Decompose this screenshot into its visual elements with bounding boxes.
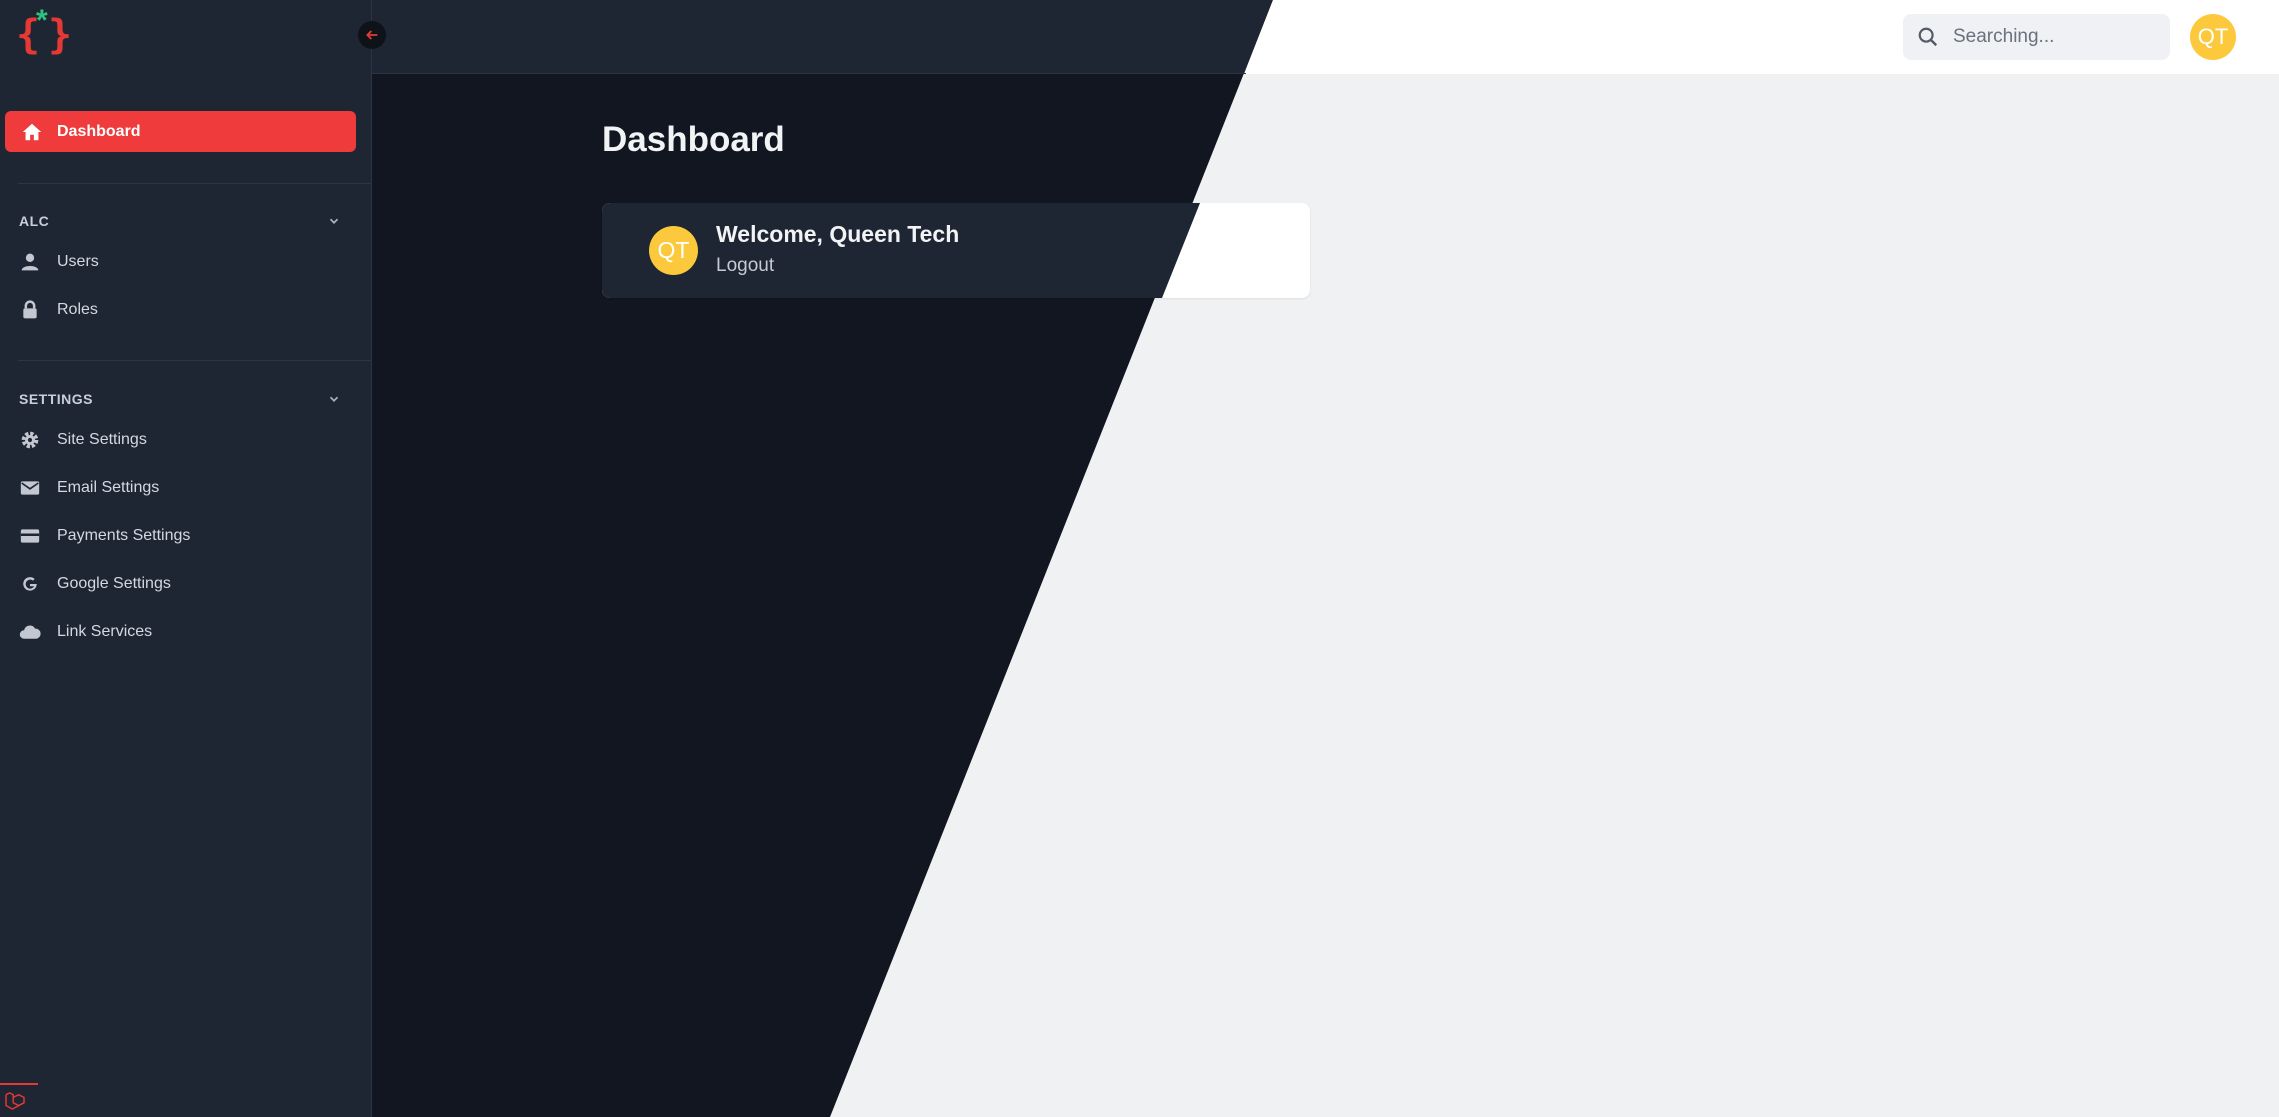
cloud-icon: [19, 624, 41, 640]
home-icon: [21, 121, 43, 143]
logo-right-brace: }: [48, 12, 73, 58]
sidebar-item-label: Site Settings: [57, 431, 147, 448]
welcome-card-dark-overlay: [602, 203, 1200, 298]
sidebar-item-site-settings[interactable]: Site Settings: [0, 422, 372, 458]
logout-link[interactable]: Logout: [716, 255, 774, 277]
welcome-card: QT Welcome, Queen Tech Logout: [602, 203, 1310, 298]
gear-icon: [19, 430, 41, 450]
page-title: Dashboard: [602, 120, 785, 159]
search-input[interactable]: [1951, 25, 2155, 49]
section-title-alc: ALC: [19, 213, 50, 229]
user-avatar[interactable]: QT: [2190, 14, 2236, 60]
welcome-avatar: QT: [649, 226, 698, 275]
search-box[interactable]: [1903, 14, 2170, 60]
google-icon: [19, 575, 41, 593]
welcome-greeting: Welcome, Queen Tech: [716, 221, 960, 247]
sidebar-item-google-settings[interactable]: Google Settings: [0, 566, 372, 602]
sidebar-item-label: Payments Settings: [57, 527, 191, 544]
chevron-down-icon[interactable]: [327, 214, 341, 233]
sidebar-item-dashboard[interactable]: Dashboard: [5, 111, 356, 152]
credit-card-icon: [19, 528, 41, 544]
sidebar-item-email-settings[interactable]: Email Settings: [0, 470, 372, 506]
collapse-sidebar-button[interactable]: [358, 21, 386, 49]
sidebar-item-label: Dashboard: [57, 122, 141, 140]
sidebar-item-label: Roles: [57, 301, 98, 318]
sidebar-item-label: Users: [57, 253, 99, 270]
logo-star: *: [36, 4, 48, 37]
user-icon: [19, 252, 41, 272]
sidebar-item-link-services[interactable]: Link Services: [0, 614, 372, 650]
chevron-down-icon[interactable]: [327, 392, 341, 411]
divider: [18, 183, 372, 184]
app-logo[interactable]: { * }: [16, 4, 74, 58]
section-title-settings: SETTINGS: [19, 391, 94, 407]
sidebar-item-payments-settings[interactable]: Payments Settings: [0, 518, 372, 554]
lock-icon: [19, 300, 41, 320]
sidebar: { * } Dashboard ALC Users Roles SETTINGS…: [0, 0, 372, 1117]
laravel-icon: [0, 1083, 38, 1117]
mail-icon: [19, 479, 41, 497]
divider: [18, 360, 372, 361]
sidebar-item-label: Link Services: [57, 623, 153, 640]
sidebar-item-label: Email Settings: [57, 479, 160, 496]
arrow-left-icon: [364, 27, 380, 43]
sidebar-item-roles[interactable]: Roles: [0, 292, 372, 328]
sidebar-item-label: Google Settings: [57, 575, 171, 592]
search-icon: [1917, 26, 1939, 48]
sidebar-item-users[interactable]: Users: [0, 244, 372, 280]
topbar-divider: [372, 73, 1246, 74]
